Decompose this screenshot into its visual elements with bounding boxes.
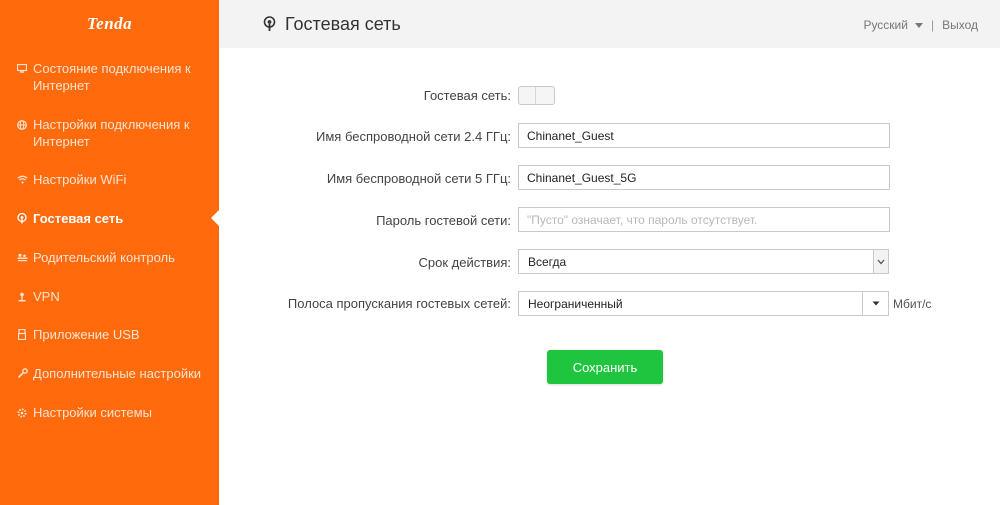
sidebar-item-label: Родительский контроль xyxy=(33,250,175,265)
wrench-icon xyxy=(16,365,28,382)
sidebar-item-label: VPN xyxy=(33,289,60,304)
ssid-5-input[interactable] xyxy=(518,165,890,190)
ssid-24-input[interactable] xyxy=(518,123,890,148)
parental-control-icon xyxy=(16,249,28,266)
page-title: Гостевая сеть xyxy=(285,14,401,34)
active-item-indicator xyxy=(211,209,220,227)
globe-icon xyxy=(16,116,28,133)
language-label: Русский xyxy=(863,18,908,32)
sidebar-item-wifi-settings[interactable]: Настройки WiFi xyxy=(0,171,219,188)
tenda-logo: Tenda xyxy=(86,14,133,33)
gear-icon xyxy=(16,404,28,421)
sidebar-item-label: Дополнительные настройки xyxy=(33,366,202,381)
sidebar-item-usb-app[interactable]: Приложение USB xyxy=(0,326,219,343)
sidebar-item-advanced-settings[interactable]: Дополнительные настройки xyxy=(0,365,219,382)
ssid-24-label: Имя беспроводной сети 2.4 ГГц: xyxy=(316,129,511,144)
sidebar-item-system-settings[interactable]: Настройки системы xyxy=(0,404,219,421)
bandwidth-label: Полоса пропускания гостевых сетей: xyxy=(287,296,511,311)
guest-network-toggle[interactable] xyxy=(518,86,555,105)
sidebar: Tenda Состояние подключения к Интернет Н… xyxy=(0,0,220,505)
guest-network-icon xyxy=(263,16,277,32)
sidebar-item-parental-control[interactable]: Родительский контроль xyxy=(0,249,219,266)
sidebar-item-guest-network[interactable]: Гостевая сеть xyxy=(0,210,219,227)
sidebar-item-label: Состояние подключения к Интернет xyxy=(33,61,191,93)
sidebar-item-label: Гостевая сеть xyxy=(33,211,124,226)
guest-password-input[interactable] xyxy=(518,207,890,232)
sidebar-item-label: Настройки подключения к Интернет xyxy=(33,117,190,149)
usb-icon xyxy=(16,326,28,343)
guest-network-icon xyxy=(16,210,28,227)
sidebar-item-internet-status[interactable]: Состояние подключения к Интернет xyxy=(0,60,219,94)
sidebar-item-label: Настройки WiFi xyxy=(33,172,127,187)
header-actions: Русский | Выход xyxy=(863,18,978,32)
vpn-icon xyxy=(16,288,28,305)
bandwidth-value: Неограниченный xyxy=(528,297,623,311)
sidebar-item-internet-settings[interactable]: Настройки подключения к Интернет xyxy=(0,116,219,150)
save-button[interactable]: Сохранить xyxy=(547,350,663,384)
bandwidth-unit: Мбит/с xyxy=(893,297,932,311)
sidebar-item-vpn[interactable]: VPN xyxy=(0,288,219,305)
wifi-icon xyxy=(16,171,28,188)
caret-down-icon[interactable] xyxy=(862,292,888,315)
ssid-5-label: Имя беспроводной сети 5 ГГц: xyxy=(326,171,511,186)
sidebar-item-label: Настройки системы xyxy=(33,405,152,420)
toggle-divider xyxy=(535,87,536,104)
guest-network-toggle-label: Гостевая сеть: xyxy=(423,88,511,103)
bandwidth-combobox[interactable]: Неограниченный xyxy=(518,291,889,316)
guest-password-label: Пароль гостевой сети: xyxy=(376,213,511,228)
sidebar-item-label: Приложение USB xyxy=(33,327,140,342)
monitor-icon xyxy=(16,60,28,77)
page-header: Гостевая сеть Русский | Выход xyxy=(219,0,1000,48)
logout-link[interactable]: Выход xyxy=(942,18,978,32)
language-select[interactable]: Русский xyxy=(863,18,931,32)
chevron-down-icon xyxy=(914,23,923,29)
validity-label: Срок действия: xyxy=(418,255,512,270)
header-separator: | xyxy=(930,18,935,32)
validity-select[interactable]: Всегда xyxy=(518,249,889,274)
chevron-down-icon[interactable] xyxy=(873,250,888,273)
validity-value: Всегда xyxy=(528,255,567,269)
